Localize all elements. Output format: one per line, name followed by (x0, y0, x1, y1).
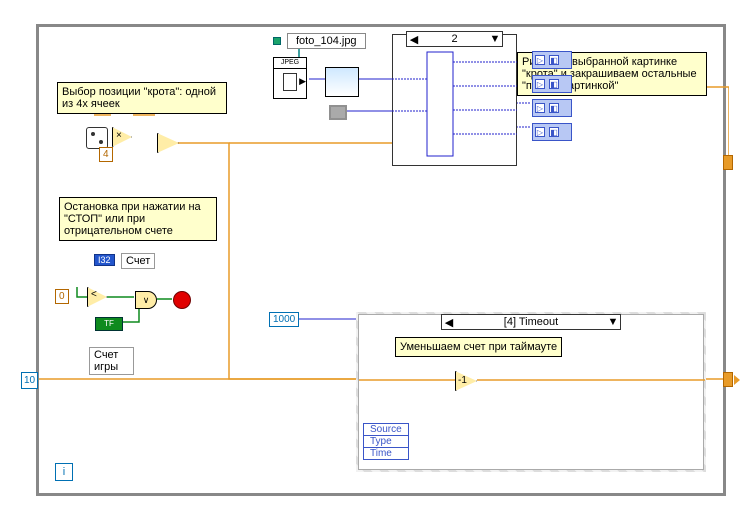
case-structure: ◀ 2 ▼ (392, 34, 517, 166)
event-data-fields: Source Type Time (363, 423, 409, 460)
i32-type-icon: I32 (94, 254, 115, 266)
const-1000[interactable]: 1000 (269, 312, 299, 327)
round-node (157, 133, 179, 153)
const-0[interactable]: 0 (55, 289, 69, 304)
case-prev-icon[interactable]: ◀ (407, 33, 421, 46)
comment-position: Выбор позиции "крота": одной из 4х ячеек (57, 82, 227, 114)
color-constant[interactable] (329, 105, 347, 120)
picture-out-4[interactable]: ▷◧ (532, 123, 572, 141)
event-field-time: Time (364, 448, 408, 459)
loop-stop-icon[interactable] (173, 291, 191, 309)
score-game-label: Счет игры (89, 347, 134, 375)
random-dice-icon (86, 127, 108, 149)
or-node: ∨ (135, 291, 157, 309)
picture-out-1[interactable]: ▷◧ (532, 51, 572, 69)
score-label: Счет (121, 253, 155, 269)
case-next-icon[interactable]: ▼ (488, 33, 502, 45)
event-prev-icon[interactable]: ◀ (442, 316, 456, 329)
picture-node (325, 67, 359, 97)
comment-timeout: Уменьшаем счет при таймауте (395, 337, 562, 357)
file-path-control[interactable]: foto_104.jpg (273, 33, 366, 49)
loop-iteration-terminal: i (55, 463, 73, 481)
event-field-type: Type (364, 436, 408, 448)
less-than-node (87, 287, 107, 307)
event-structure: ◀ [4] Timeout ▼ Уменьшаем счет при тайма… (356, 312, 706, 472)
case-value: 2 (421, 33, 488, 45)
decrement-label: -1 (458, 375, 467, 386)
shift-register-right[interactable] (723, 372, 733, 387)
jpeg-decoder-node: JPEG (273, 57, 307, 99)
event-selector[interactable]: ◀ [4] Timeout ▼ (441, 314, 621, 330)
file-name: foto_104.jpg (287, 33, 366, 49)
multiply-label: × (116, 130, 122, 141)
const-4[interactable]: 4 (99, 147, 113, 162)
shift-register-left[interactable]: 10 (21, 372, 38, 389)
event-field-source: Source (364, 424, 408, 436)
while-loop: 10 i Выбор позиции "крота": одной из 4х … (36, 24, 726, 496)
comment-stop: Остановка при нажатии на "СТОП" или при … (59, 197, 217, 241)
picture-out-3[interactable]: ▷◧ (532, 99, 572, 117)
picture-out-2[interactable]: ▷◧ (532, 75, 572, 93)
less-than-label: < (91, 289, 97, 300)
boolean-indicator: TF (95, 317, 123, 331)
event-case-name: [4] Timeout (456, 316, 606, 328)
path-pin-icon (273, 37, 281, 45)
loop-tunnel-right2 (723, 155, 733, 170)
file-doc-icon (283, 73, 297, 91)
multiply-node (112, 127, 132, 147)
case-selector[interactable]: ◀ 2 ▼ (406, 31, 503, 47)
event-next-icon[interactable]: ▼ (606, 316, 620, 328)
